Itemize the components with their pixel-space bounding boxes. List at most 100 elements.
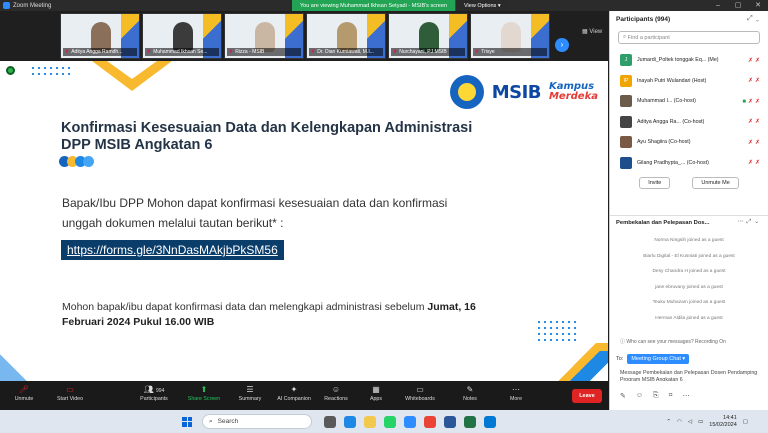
participant-row[interactable]: Ayu Shagiira (Co-host) ✗✗ [610,132,768,153]
tile-nameplate: ✗ Aditya Angga Ramdh... [63,48,137,56]
participant-row[interactable]: J Jumardi_Poltek tonggak Eq... (Me) ✗✗ [610,50,768,71]
unmute-me-button[interactable]: Unmute Me [692,177,739,189]
file-icon[interactable]: ⎘ [653,392,659,400]
shared-screen: MSIB Kampus Merdeka Konfirmasi Kesesuaia… [0,61,608,381]
msib-logo: MSIB [491,81,542,103]
side-panel: Participants (994) ⤢⌄ ⌕ Find a participa… [609,11,768,383]
tut-wuri-handayani-logo-icon [449,75,484,109]
apps-button[interactable]: ▦ Apps [354,384,398,402]
chat-panel-controls[interactable]: ⋯⤢⌄ [738,219,762,226]
excel-icon[interactable] [464,415,476,428]
video-tile[interactable]: ✗ Muhammad Ikhsan Se... [142,13,222,59]
participant-name: Jumardi_Poltek tonggak Eq... (Me) [637,57,719,64]
battery-icon[interactable]: ▭ [698,419,703,425]
whiteboards-button[interactable]: ▭ Whiteboards [398,384,442,402]
leave-button[interactable]: Leave [572,389,602,403]
participant-list: J Jumardi_Poltek tonggak Eq... (Me) ✗✗ IP I… [610,50,768,173]
recipient-select[interactable]: Meeting Group Chat ▾ [627,354,690,364]
tile-nameplate: ✗ Nurchayani, PJ MSIB [391,48,465,56]
gallery-next-icon[interactable]: › [555,38,569,52]
chat-visibility-note[interactable]: ⓘ Who can see your messages? Recording O… [620,338,726,345]
mic-video-muted-icon: ✗✗ [747,139,762,146]
chat-system-message: Desy Chandra H joined as a guest [652,269,726,274]
taskbar-clock[interactable]: 14:41 15/02/2024 [709,415,737,429]
participant-row[interactable]: IP Inayah Putri Wulandari (Host) ✗✗ [610,71,768,92]
deadline-text-prefix: Mohon bapak/ibu dapat konfirmasi data da… [62,301,428,313]
slide-deadline-text: Mohon bapak/ibu dapat konfirmasi data da… [62,300,482,330]
notes-button[interactable]: ✎ Notes [448,384,492,402]
participant-name: Gilang Pradhypta_... (Co-host) [637,159,709,166]
start-video-button[interactable]: ▭ Start Video [48,384,92,402]
windows-start-icon[interactable] [182,416,192,427]
participants-button[interactable]: 👥︎ 994 Participants [132,384,176,402]
participant-search-input[interactable]: ⌕ Find a participant [618,31,760,44]
participant-row[interactable]: Aditya Angga Ra... (Co-host) ✗✗ [610,112,768,133]
summary-icon: ☰ [246,385,254,394]
participants-label: Participants [140,396,168,402]
taskbar-search-input[interactable]: ⌕ Search [202,414,312,429]
video-tile[interactable]: ✗ Nurchayani, PJ MSIB [388,13,468,59]
decorative-shape-left [0,321,30,381]
apps-label: Apps [369,396,383,402]
participant-actions: Invite Unmute Me [610,177,768,189]
more-button[interactable]: ⋯ More [494,384,538,402]
chat-header: Pembekalan dan Pelepasan Dos... ⋯⤢⌄ [610,215,768,229]
task-view-icon[interactable] [324,415,336,428]
avatar [620,156,632,169]
notes-icon: ✎ [466,385,474,394]
format-icon[interactable]: ✎ [620,392,626,400]
share-screen-button[interactable]: ⬆ Share Screen [182,384,226,402]
outlook-icon[interactable] [484,415,496,428]
whatsapp-icon[interactable] [384,415,396,428]
meeting-toolbar: 🎤︎ Unmute ▭ Start Video 👥︎ 994 Participants… [0,381,609,410]
panel-controls[interactable]: ⤢⌄ [747,15,762,23]
video-tile[interactable]: ✗ Rizza - MSIB [224,13,304,59]
ai-companion-button[interactable]: ✦ AI Companion [272,384,316,402]
view-options-button[interactable]: View Options ▾ [454,0,509,11]
decorative-stripe-blue [560,351,608,381]
reactions-label: Reactions [324,396,348,402]
participants-icon: 👥︎ 994 [143,385,165,394]
participant-row[interactable]: Gilang Pradhypta_... (Co-host) ✗✗ [610,153,768,174]
edge-icon[interactable] [344,415,356,428]
screenshot-icon[interactable]: ⌗ [669,392,673,400]
video-tile[interactable]: ✗ Trisye [470,13,550,59]
volume-icon[interactable]: ◁ [688,419,692,425]
more-icon[interactable]: ⋯ [683,392,690,400]
apps-icon: ▦ [372,385,380,394]
chrome-icon[interactable] [424,415,436,428]
notifications-icon[interactable]: ▢ [743,419,748,425]
mic-muted-icon: ✗ [229,49,234,55]
more-icon: ⋯ [512,385,520,394]
emoji-icon[interactable]: ☺ [636,392,643,399]
windows-taskbar: ⌕ Search ⌃ ◠ ◁ ▭ 14:41 15/02/2024 ▢ [0,410,768,433]
participants-title: Participants (994) [616,15,671,23]
decorative-dots [30,65,70,79]
reactions-button[interactable]: ☺ Reactions [314,384,358,402]
word-icon[interactable] [444,415,456,428]
file-explorer-icon[interactable] [364,415,376,428]
view-button[interactable]: ▦ View [582,28,602,35]
minimize-icon[interactable]: – [708,0,728,11]
form-link[interactable]: https://forms.gle/3NnDasMAkjbPkSM56 [61,240,284,260]
wifi-icon[interactable]: ◠ [677,419,682,425]
video-tile[interactable]: ✗ Dr. Dian Kurniawati, M.I... [306,13,386,59]
participant-name: Aditya Angga Ra... (Co-host) [637,118,705,125]
zoom-app-icon[interactable] [404,415,416,428]
tile-nameplate: ✗ Muhammad Ikhsan Se... [145,48,219,56]
summary-button[interactable]: ☰ Summary [228,384,272,402]
share-screen-icon: ⬆ [200,385,208,394]
participant-row[interactable]: Muhammad I... (Co-host) ■✗✗ [610,91,768,112]
close-icon[interactable]: ✕ [748,0,768,11]
tray-arrow-icon[interactable]: ⌃ [666,419,671,425]
chat-title: Pembekalan dan Pelepasan Dos... [616,219,710,226]
mic-muted-icon: 🎤︎ [18,385,30,394]
maximize-icon[interactable]: ▢ [728,0,748,11]
chat-composer-toolbar: ✎ ☺ ⎘ ⌗ ⋯ [609,381,768,410]
video-tile[interactable]: ✗ Aditya Angga Ramdh... [60,13,140,59]
clock-date: 15/02/2024 [709,421,737,428]
decorative-circles [59,156,94,167]
unmute-button[interactable]: 🎤︎ Unmute [2,384,46,402]
mic-video-muted-icon: ✗✗ [747,78,762,85]
invite-button[interactable]: Invite [639,177,671,189]
